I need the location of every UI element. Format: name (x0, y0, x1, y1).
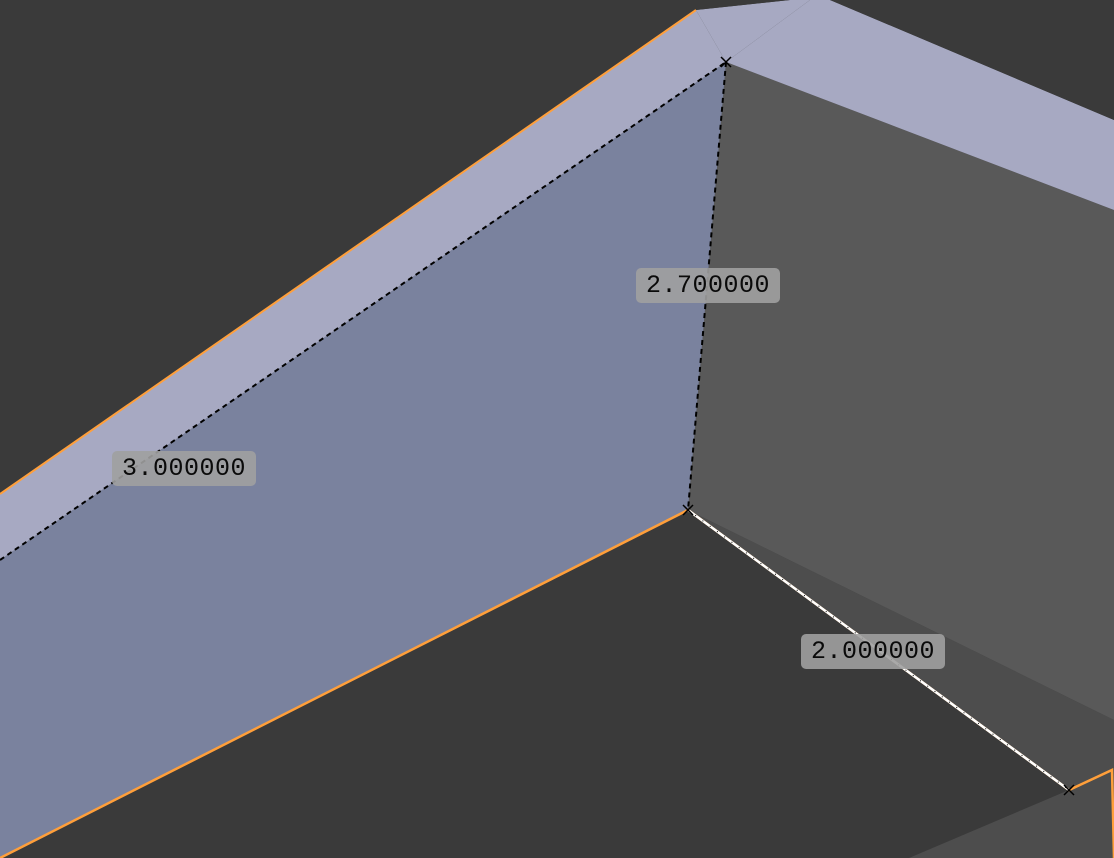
scene-geometry (0, 0, 1114, 858)
viewport-3d[interactable]: 3.000000 2.700000 2.000000 (0, 0, 1114, 858)
